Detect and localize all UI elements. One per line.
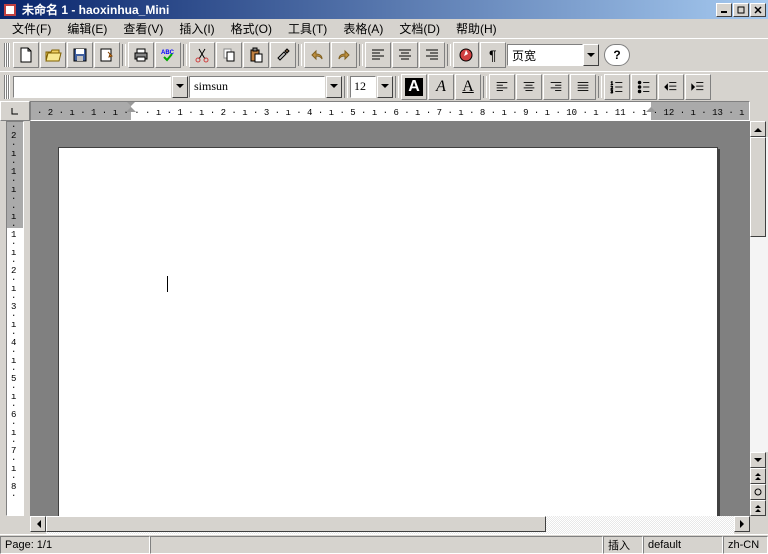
horizontal-scrollbar[interactable] <box>30 516 750 534</box>
paste-button[interactable] <box>243 42 269 68</box>
increase-indent-button[interactable] <box>685 74 711 100</box>
undo-button[interactable] <box>304 42 330 68</box>
navigator-button[interactable] <box>453 42 479 68</box>
vertical-scrollbar[interactable] <box>750 121 768 516</box>
help-button[interactable]: ? <box>604 44 630 66</box>
hruler-ticks: · 2 · ı · 1 · ı · · · ı · 1 · ı · 2 · ı … <box>37 104 750 121</box>
titlebar: 未命名 1 - haoxinhua_Mini <box>0 0 768 19</box>
vertical-ruler-column: ·2·ı·1·ı··ı·1·ı·2·ı·3·ı·4·ı·5·ı·6·ı·7·ı·… <box>0 121 30 516</box>
scroll-down-button[interactable] <box>750 452 766 468</box>
nonprinting-chars-button[interactable]: ¶ <box>480 42 506 68</box>
align-center-button[interactable] <box>516 74 542 100</box>
scroll-right-button[interactable] <box>734 516 750 532</box>
print-button[interactable] <box>128 42 154 68</box>
edit-doc-button[interactable] <box>94 42 120 68</box>
status-spacer <box>150 536 603 554</box>
bold-button[interactable]: A <box>401 74 427 100</box>
font-size-input[interactable] <box>350 76 376 98</box>
menu-tools[interactable]: 工具(T) <box>280 18 335 39</box>
decrease-indent-button[interactable] <box>658 74 684 100</box>
open-button[interactable] <box>40 42 66 68</box>
document-viewport[interactable] <box>30 121 750 516</box>
next-page-button[interactable] <box>750 500 766 516</box>
text-cursor <box>167 276 168 292</box>
new-button[interactable] <box>13 42 39 68</box>
italic-button[interactable]: A <box>428 74 454 100</box>
maximize-button[interactable] <box>733 3 749 17</box>
justify-button[interactable] <box>570 74 596 100</box>
vertical-ruler[interactable]: ·2·ı·1·ı··ı·1·ı·2·ı·3·ı·4·ı·5·ı·6·ı·7·ı·… <box>6 121 24 516</box>
ruler-corner <box>0 101 30 121</box>
scroll-up-button[interactable] <box>750 121 766 137</box>
status-page: Page: 1/1 <box>0 536 150 554</box>
zoom-input[interactable] <box>507 44 583 66</box>
close-button[interactable] <box>750 3 766 17</box>
prev-page-button[interactable] <box>750 468 766 484</box>
spellcheck-button[interactable]: ABC <box>155 42 181 68</box>
menu-document[interactable]: 文档(D) <box>391 18 448 39</box>
statusbar: Page: 1/1 插入 default zh-CN <box>0 534 768 554</box>
left-indent-marker[interactable] <box>126 102 136 112</box>
align-right-button[interactable] <box>543 74 569 100</box>
underline-button[interactable]: A <box>455 74 481 100</box>
menubar: 文件(F) 编辑(E) 查看(V) 插入(I) 格式(O) 工具(T) 表格(A… <box>0 19 768 39</box>
toolbar-grip[interactable] <box>4 43 10 67</box>
toolbar2-grip[interactable] <box>4 75 10 99</box>
redo-button[interactable] <box>331 42 357 68</box>
align-right-para-button[interactable] <box>419 42 445 68</box>
menu-file[interactable]: 文件(F) <box>4 18 59 39</box>
svg-text:¶: ¶ <box>489 47 497 63</box>
font-dropdown-button[interactable] <box>326 76 342 98</box>
hscroll-thumb[interactable] <box>46 516 546 532</box>
right-indent-marker[interactable] <box>646 102 656 112</box>
align-center-para-button[interactable] <box>392 42 418 68</box>
save-button[interactable] <box>67 42 93 68</box>
style-dropdown-button[interactable] <box>172 76 188 98</box>
hscroll-row <box>0 516 768 534</box>
vscroll-thumb[interactable] <box>750 137 766 237</box>
svg-text:3: 3 <box>611 89 614 94</box>
horizontal-ruler[interactable]: · 2 · ı · 1 · ı · · · ı · 1 · ı · 2 · ı … <box>30 101 750 121</box>
zoom-dropdown-button[interactable] <box>583 44 599 66</box>
status-insert[interactable]: 插入 <box>603 536 643 554</box>
status-lang[interactable]: zh-CN <box>723 536 768 554</box>
status-style[interactable]: default <box>643 536 723 554</box>
cut-button[interactable] <box>189 42 215 68</box>
menu-table[interactable]: 表格(A) <box>335 18 391 39</box>
editor-area: ·2·ı·1·ı··ı·1·ı·2·ı·3·ı·4·ı·5·ı·6·ı·7·ı·… <box>0 121 768 516</box>
align-left-para-button[interactable] <box>365 42 391 68</box>
formatting-toolbar: A A A 123 <box>0 71 768 101</box>
font-select[interactable] <box>189 76 325 98</box>
menu-edit[interactable]: 编辑(E) <box>59 18 115 39</box>
svg-text:ABC: ABC <box>161 50 175 56</box>
numbered-list-button[interactable]: 123 <box>604 74 630 100</box>
scroll-left-button[interactable] <box>30 516 46 532</box>
style-select[interactable] <box>13 76 171 98</box>
minimize-button[interactable] <box>716 3 732 17</box>
menu-view[interactable]: 查看(V) <box>115 18 171 39</box>
app-icon <box>2 2 18 18</box>
bullet-list-button[interactable] <box>631 74 657 100</box>
window-title: 未命名 1 - haoxinhua_Mini <box>18 1 716 18</box>
format-paintbrush-button[interactable] <box>270 42 296 68</box>
menu-help[interactable]: 帮助(H) <box>448 18 505 39</box>
page[interactable] <box>58 147 718 516</box>
copy-button[interactable] <box>216 42 242 68</box>
standard-toolbar: ABC ¶ ? <box>0 39 768 71</box>
font-size-dropdown-button[interactable] <box>377 76 393 98</box>
ruler-row: · 2 · ı · 1 · ı · · · ı · 1 · ı · 2 · ı … <box>0 101 768 121</box>
nav-target-button[interactable] <box>750 484 766 500</box>
align-left-button[interactable] <box>489 74 515 100</box>
menu-format[interactable]: 格式(O) <box>223 18 280 39</box>
menu-insert[interactable]: 插入(I) <box>171 18 222 39</box>
